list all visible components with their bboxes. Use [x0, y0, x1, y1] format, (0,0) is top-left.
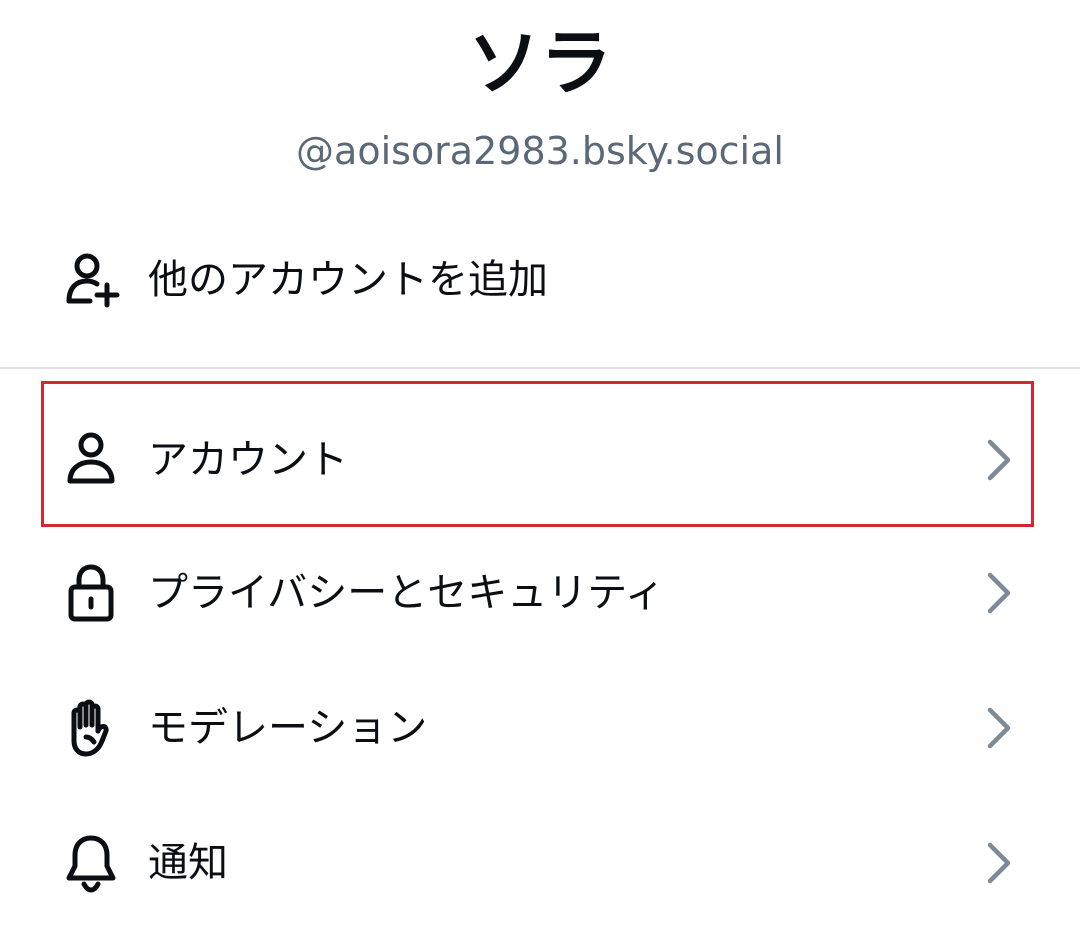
add-account-label: 他のアカウントを追加 [148, 257, 548, 303]
notifications-menu-label: 通知 [148, 840, 228, 886]
chevron-right-icon [980, 569, 1020, 617]
add-account-button[interactable]: 他のアカウントを追加 [0, 215, 1080, 345]
chevron-right-icon [980, 436, 1020, 484]
lock-icon [60, 562, 122, 624]
privacy-security-menu-label: プライバシーとセキュリティ [148, 570, 665, 616]
privacy-security-menu-item[interactable]: プライバシーとセキュリティ [0, 528, 1080, 658]
hand-icon [60, 697, 122, 759]
chevron-right-icon [980, 839, 1020, 887]
profile-display-name: ソラ [467, 21, 612, 105]
bell-icon [60, 832, 122, 894]
profile-handle: @aoisora2983.bsky.social [296, 129, 784, 173]
account-menu-label: アカウント [148, 437, 348, 483]
chevron-right-icon [980, 704, 1020, 752]
user-plus-icon [60, 249, 122, 311]
moderation-menu-item[interactable]: モデレーション [0, 663, 1080, 793]
settings-screen: ソラ @aoisora2983.bsky.social 他のアカウントを追加 ア… [0, 0, 1080, 928]
account-menu-item[interactable]: アカウント [0, 395, 1080, 525]
notifications-menu-item[interactable]: 通知 [0, 798, 1080, 928]
divider [0, 367, 1080, 369]
person-icon [60, 429, 122, 491]
moderation-menu-label: モデレーション [148, 705, 428, 751]
